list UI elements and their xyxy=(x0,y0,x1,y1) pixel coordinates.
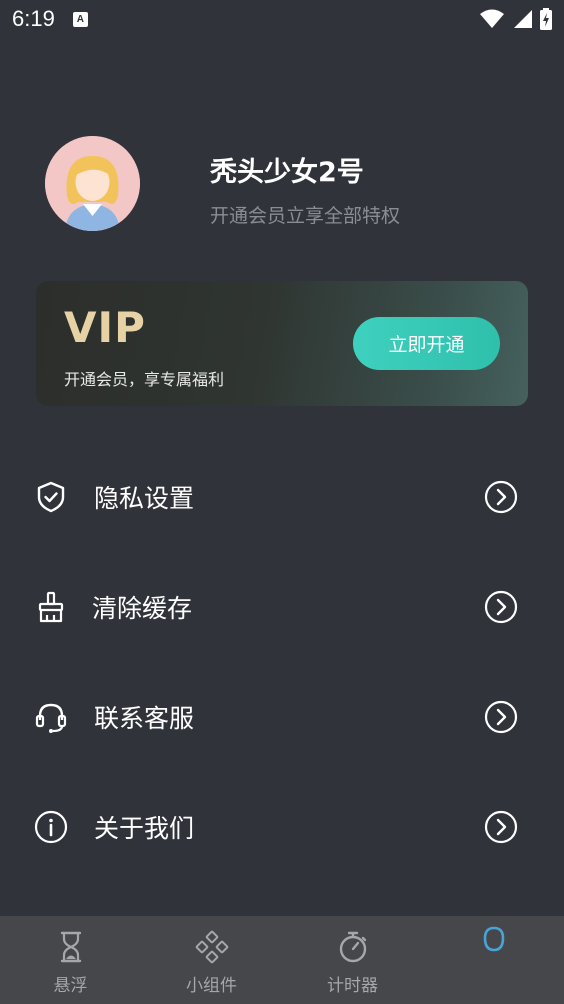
menu-item-about-us[interactable]: 关于我们 xyxy=(0,787,564,867)
profile-subtitle: 开通会员立享全部特权 xyxy=(210,205,401,227)
menu-label: 隐私设置 xyxy=(94,484,195,513)
menu-item-clear-cache[interactable]: 清除缓存 xyxy=(0,567,564,647)
vip-activate-button[interactable]: 立即开通 xyxy=(353,317,500,370)
hourglass-icon xyxy=(60,931,81,963)
headset-icon xyxy=(35,703,67,733)
nav-tab-timer[interactable]: 计时器 xyxy=(282,916,423,1004)
menu-label: 清除缓存 xyxy=(92,594,193,623)
menu-label: 关于我们 xyxy=(94,814,195,843)
stopwatch-icon xyxy=(339,931,366,963)
vip-card[interactable]: VIP 开通会员，享专属福利 立即开通 xyxy=(36,281,528,406)
chevron-right-circle-icon xyxy=(484,810,518,844)
chevron-right-circle-icon xyxy=(484,700,518,734)
wifi-icon xyxy=(480,9,504,28)
profile-name: 秃头少女2号 xyxy=(210,157,364,188)
bottom-nav: 悬浮 小组件 计时器 xyxy=(0,916,564,1004)
notification-a-icon: A xyxy=(72,11,88,27)
chevron-right-circle-icon xyxy=(484,480,518,514)
info-icon xyxy=(34,810,68,844)
battery-icon xyxy=(540,8,552,30)
nav-label: 小组件 xyxy=(186,976,237,996)
vip-title: VIP xyxy=(64,303,146,352)
nav-label: 计时器 xyxy=(327,976,378,996)
broom-icon xyxy=(38,591,64,623)
widgets-icon xyxy=(195,930,228,964)
menu-item-privacy[interactable]: 隐私设置 xyxy=(0,457,564,537)
nav-tab-widgets[interactable]: 小组件 xyxy=(141,916,282,1004)
nav-label: 悬浮 xyxy=(53,976,88,996)
girl-avatar-icon xyxy=(45,136,140,231)
chevron-right-circle-icon xyxy=(484,590,518,624)
nav-tab-float[interactable]: 悬浮 xyxy=(0,916,141,1004)
avatar[interactable] xyxy=(45,136,140,231)
status-time: 6:19 xyxy=(12,6,55,31)
signal-icon xyxy=(514,10,532,28)
vip-subtitle: 开通会员，享专属福利 xyxy=(64,370,225,389)
nav-tab-profile[interactable] xyxy=(423,916,564,1004)
status-bar: 6:19 A xyxy=(0,0,564,38)
menu-item-customer-service[interactable]: 联系客服 xyxy=(0,677,564,757)
menu-label: 联系客服 xyxy=(94,704,195,733)
profile-icon xyxy=(483,926,504,952)
shield-check-icon xyxy=(37,481,65,513)
status-indicators xyxy=(480,8,552,30)
